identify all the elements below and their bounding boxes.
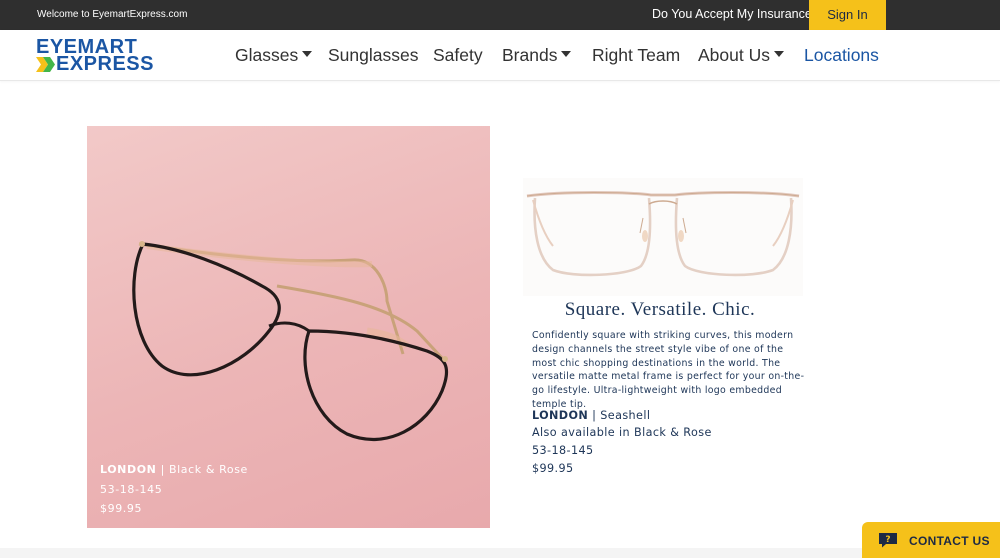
hero-caption-line-1: LONDON | Black & Rose: [100, 463, 248, 476]
page-footer-edge: [0, 548, 862, 558]
caret-down-icon: [561, 51, 572, 58]
logo-x-mark-icon: [36, 57, 55, 72]
nav-brands[interactable]: Brands: [502, 45, 572, 66]
nav-safety-label: Safety: [433, 45, 483, 65]
product-price: $99.95: [532, 462, 574, 475]
brand-logo[interactable]: EYEMART EXPRESS: [36, 37, 154, 75]
seashell-glasses-image: [523, 178, 803, 296]
contact-us-button[interactable]: ? CONTACT US: [862, 522, 1000, 558]
hero-size: 53-18-145: [100, 483, 163, 496]
product-size: 53-18-145: [532, 444, 594, 457]
svg-text:?: ?: [885, 535, 890, 545]
hero-price: $99.95: [100, 502, 143, 515]
contact-us-label: CONTACT US: [909, 534, 990, 548]
caret-down-icon: [302, 51, 313, 58]
product-color: Seashell: [600, 409, 651, 422]
product-separator: |: [592, 409, 597, 422]
nav-right-team-label: Right Team: [592, 45, 681, 65]
sign-in-button[interactable]: Sign In: [809, 0, 886, 30]
chat-bubble-icon: ?: [879, 533, 897, 548]
insurance-link[interactable]: Do You Accept My Insurance?: [652, 7, 819, 21]
welcome-text: Welcome to EyemartExpress.com: [37, 9, 188, 20]
caret-down-icon: [773, 51, 784, 58]
nav-brands-label: Brands: [502, 45, 558, 65]
product-model-name: LONDON: [532, 409, 589, 422]
product-description: Confidently square with striking curves,…: [532, 330, 805, 410]
nav-right-team[interactable]: Right Team: [592, 45, 680, 66]
nav-sunglasses-label: Sunglasses: [328, 45, 419, 65]
nav-sunglasses[interactable]: Sunglasses: [328, 45, 418, 66]
nav-locations-label: Locations: [804, 45, 879, 65]
main-nav: EYEMART EXPRESS Glasses Sunglasses Safet…: [0, 30, 1000, 81]
hero-color: Black & Rose: [169, 463, 248, 476]
nav-glasses-label: Glasses: [235, 45, 299, 65]
product-name-line: LONDON | Seashell: [532, 409, 650, 422]
hero-model-name: LONDON: [100, 463, 157, 476]
hero-separator: |: [160, 463, 165, 476]
product-also-available: Also available in Black & Rose: [532, 426, 712, 439]
nav-locations[interactable]: Locations: [804, 45, 879, 66]
nav-safety[interactable]: Safety: [433, 45, 483, 66]
nav-about-us[interactable]: About Us: [698, 45, 784, 66]
seashell-glasses-icon: [526, 191, 800, 277]
nav-about-us-label: About Us: [698, 45, 770, 65]
top-bar: Welcome to EyemartExpress.com Do You Acc…: [0, 0, 1000, 30]
logo-line-2: EXPRESS: [56, 53, 154, 75]
product-tagline: Square. Versatile. Chic.: [564, 299, 756, 320]
hero-product-image: LONDON | Black & Rose 53-18-145 $99.95: [87, 126, 490, 528]
nav-glasses[interactable]: Glasses: [235, 45, 313, 66]
